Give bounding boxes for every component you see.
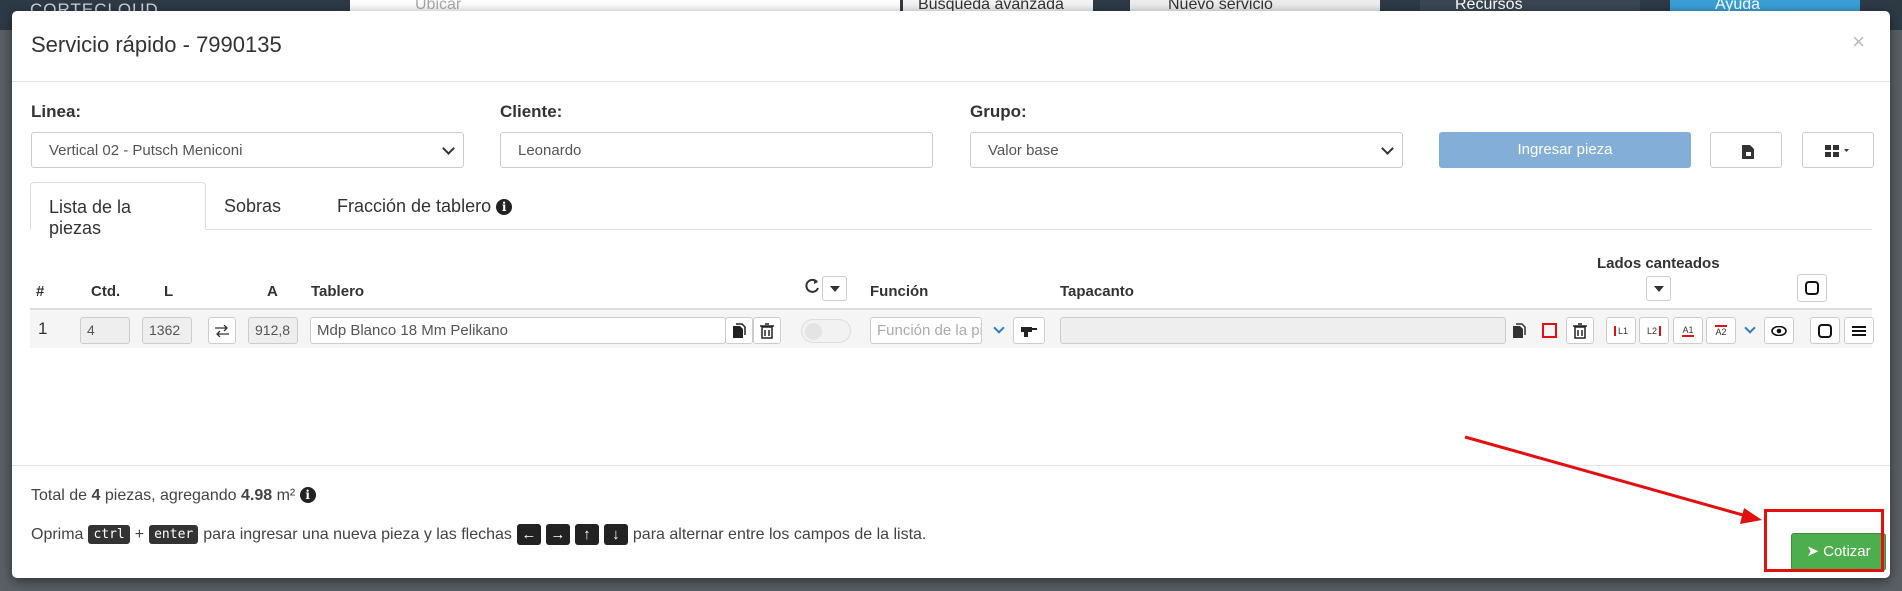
- annotation-arrow: [1464, 435, 1762, 524]
- annotation-highlight-box: [1764, 509, 1884, 572]
